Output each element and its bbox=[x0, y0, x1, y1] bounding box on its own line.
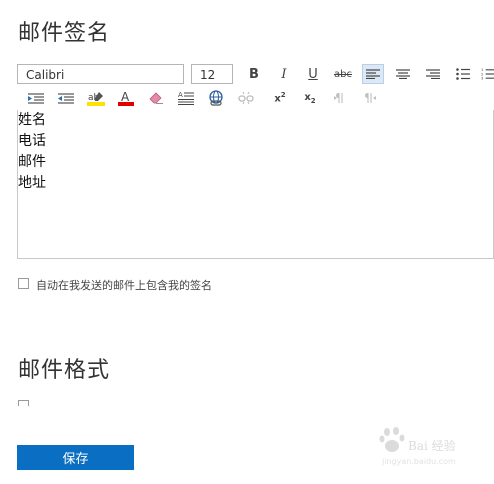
highlight-icon: ab bbox=[87, 92, 105, 106]
decrease-indent-button[interactable] bbox=[55, 88, 77, 108]
font-size-select[interactable]: 12 bbox=[191, 64, 233, 84]
rtl-button[interactable] bbox=[359, 88, 381, 108]
align-right-button[interactable] bbox=[422, 64, 444, 84]
highlight-button[interactable]: ab bbox=[85, 88, 107, 108]
signature-line-email: 邮件 bbox=[18, 154, 46, 170]
superscript-icon: x2 bbox=[274, 91, 286, 105]
bullet-list-button[interactable] bbox=[452, 64, 474, 84]
signature-section-title: 邮件签名 bbox=[18, 21, 111, 46]
increase-indent-button[interactable] bbox=[25, 88, 47, 108]
bullet-list-icon bbox=[456, 68, 470, 80]
superscript-button[interactable]: x2 bbox=[269, 88, 291, 108]
svg-text:3: 3 bbox=[481, 77, 484, 80]
bold-icon: B bbox=[249, 66, 259, 82]
signature-line-phone: 电话 bbox=[18, 133, 46, 149]
numbered-list-button[interactable]: 123 bbox=[481, 64, 494, 84]
strikethrough-button[interactable]: abc bbox=[332, 64, 354, 84]
numbered-list-icon: 123 bbox=[481, 68, 494, 80]
save-button[interactable]: 保存 bbox=[17, 445, 134, 470]
align-right-icon bbox=[426, 69, 440, 79]
subscript-icon: x2 bbox=[304, 91, 316, 105]
align-left-button[interactable] bbox=[362, 64, 384, 84]
align-center-icon bbox=[396, 69, 410, 79]
italic-icon: I bbox=[281, 66, 287, 82]
font-color-icon: A bbox=[118, 90, 134, 106]
formatting-toolbar: Calibri 12 B I U abc 123 ab A A x2 x2 bbox=[17, 64, 494, 110]
ltr-icon bbox=[334, 93, 343, 103]
strikethrough-icon: abc bbox=[334, 68, 352, 80]
signature-line-name: 姓名 bbox=[18, 112, 46, 128]
watermark-text: Bai 经验 bbox=[408, 439, 456, 453]
rtl-icon bbox=[365, 93, 376, 103]
clear-format-button[interactable] bbox=[145, 88, 167, 108]
align-center-button[interactable] bbox=[392, 64, 414, 84]
link-icon bbox=[209, 90, 223, 106]
line-spacing-button[interactable]: A bbox=[175, 88, 197, 108]
signature-line-address: 地址 bbox=[18, 175, 46, 191]
underline-icon: U bbox=[308, 66, 318, 82]
bold-button[interactable]: B bbox=[243, 64, 265, 84]
underline-button[interactable]: U bbox=[302, 64, 324, 84]
subscript-button[interactable]: x2 bbox=[299, 88, 321, 108]
remove-link-button[interactable] bbox=[235, 88, 257, 108]
eraser-icon bbox=[149, 92, 163, 104]
watermark: Bai 经验 jingyan.baidu.com bbox=[378, 423, 466, 469]
format-checkbox[interactable] bbox=[18, 400, 29, 406]
svg-text:A: A bbox=[178, 91, 183, 99]
format-section-title: 邮件格式 bbox=[18, 358, 111, 383]
line-spacing-icon: A bbox=[178, 91, 194, 105]
ltr-button[interactable] bbox=[329, 88, 351, 108]
watermark-url: jingyan.baidu.com bbox=[382, 457, 456, 466]
signature-editor[interactable]: 姓名 电话 邮件 地址 bbox=[17, 110, 494, 259]
auto-signature-checkbox[interactable] bbox=[18, 278, 29, 289]
decrease-indent-icon bbox=[58, 92, 74, 104]
auto-signature-label: 自动在我发送的邮件上包含我的签名 bbox=[36, 279, 212, 292]
font-family-select[interactable]: Calibri bbox=[17, 64, 184, 84]
align-left-icon bbox=[366, 69, 380, 79]
font-color-button[interactable]: A bbox=[115, 88, 137, 108]
increase-indent-icon bbox=[28, 92, 44, 104]
insert-link-button[interactable] bbox=[205, 88, 227, 108]
unlink-icon bbox=[238, 91, 254, 105]
italic-button[interactable]: I bbox=[273, 64, 295, 84]
paw-logo-icon bbox=[379, 427, 405, 452]
svg-text:A: A bbox=[121, 90, 130, 104]
